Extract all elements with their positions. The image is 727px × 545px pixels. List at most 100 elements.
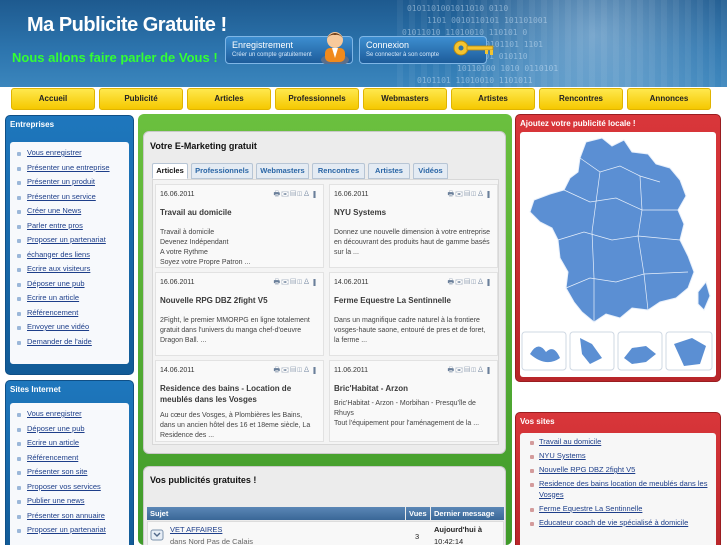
sites-internet-link[interactable]: Proposer vos services [10, 480, 129, 495]
site-link[interactable]: Ferme Equestre La Sentinnelle [520, 504, 716, 515]
articles-grid: 16.06.2011 🖶✉▤◫♙▮ Travail au domicile Tr… [152, 179, 499, 445]
entreprises-link[interactable]: échanger des liens [10, 248, 129, 263]
entreprises-link[interactable]: Envoyer une vidéo [10, 320, 129, 335]
site-link[interactable]: Nouvelle RPG DBZ 2fight V5 [520, 465, 716, 476]
vos-sites-title: Vos sites [520, 417, 555, 426]
site-link[interactable]: Residence des bains location de meublés … [520, 479, 716, 500]
article-excerpt: Dans un magnifique cadre naturel à la fr… [334, 317, 486, 344]
entreprises-title: Entreprises [10, 120, 55, 129]
article-date: 16.06.2011 [334, 191, 369, 198]
article-date: 16.06.2011 [160, 191, 195, 198]
entreprises-link[interactable]: Parler entre pros [10, 219, 129, 234]
entreprises-link[interactable]: Déposer une pub [10, 277, 129, 292]
article-excerpt: Donnez une nouvelle dimension à votre en… [334, 229, 491, 256]
main-nav: Accueil Publicité Articles Professionnel… [0, 87, 727, 113]
france-mainland-shape[interactable] [529, 137, 695, 323]
key-icon[interactable] [452, 38, 498, 58]
sites-internet-link[interactable]: Déposer une pub [10, 422, 129, 437]
article-title[interactable]: Travail au domicile [160, 207, 317, 218]
corsica-shape[interactable] [697, 280, 711, 311]
article-date: 11.06.2011 [334, 367, 368, 374]
column-header-sujet[interactable]: Sujet [147, 507, 405, 520]
nav-professionnels[interactable]: Professionnels [275, 88, 359, 110]
nav-artistes[interactable]: Artistes [451, 88, 535, 110]
table-row[interactable]: VET AFFAIRES dans Nord Pas de Calais 3 A… [147, 521, 504, 545]
entreprises-link[interactable]: Présenter un produit [10, 175, 129, 190]
emarketing-title: Votre E-Marketing gratuit [150, 141, 257, 151]
entreprises-link[interactable]: Demander de l'aide [10, 335, 129, 350]
site-link[interactable]: NYU Systems [520, 451, 716, 462]
article-card: 11.06.2011 🖶✉▤◫♙▮ Bric'Habitat - Arzon B… [329, 360, 498, 442]
user-avatar-icon[interactable] [318, 28, 352, 64]
article-action-icons[interactable]: 🖶✉▤◫♙▮ [273, 190, 319, 201]
site-title[interactable]: Ma Publicite Gratuite ! [27, 14, 227, 37]
emarketing-panel: Votre E-Marketing gratuit Articles Profe… [143, 131, 506, 454]
tab-videos[interactable]: Vidéos [413, 163, 448, 179]
article-action-icons[interactable]: 🖶✉▤◫♙▮ [447, 278, 493, 289]
tab-professionnels[interactable]: Professionnels [191, 163, 253, 179]
sites-internet-link[interactable]: Ecrire un article [10, 436, 129, 451]
article-action-icons[interactable]: 🖶✉▤◫♙▮ [447, 190, 493, 201]
article-date: 14.06.2011 [334, 279, 369, 286]
publicites-panel: Vos publicités gratuites ! Sujet Vues De… [143, 466, 506, 545]
nav-accueil[interactable]: Accueil [11, 88, 95, 110]
nav-webmasters[interactable]: Webmasters [363, 88, 447, 110]
nav-rencontres[interactable]: Rencontres [539, 88, 623, 110]
article-excerpt: 2Fight, le premier MMORPG en ligne total… [160, 317, 310, 344]
article-title[interactable]: Nouvelle RPG DBZ 2fight V5 [160, 295, 317, 306]
nav-annonces[interactable]: Annonces [627, 88, 711, 110]
article-action-icons[interactable]: 🖶✉▤◫♙▮ [273, 278, 319, 289]
site-link[interactable]: Travail au domicile [520, 437, 716, 448]
entreprises-link[interactable]: Ecrire aux visiteurs [10, 262, 129, 277]
article-title[interactable]: Bric'Habitat - Arzon [334, 383, 491, 394]
article-excerpt: Au cœur des Vosges, à Plombières les Bai… [160, 412, 311, 439]
site-link[interactable]: Educateur coach de vie spécialisé à domi… [520, 518, 716, 529]
entreprises-link[interactable]: Présenter une entreprise [10, 161, 129, 176]
entreprises-link[interactable]: Référencement [10, 306, 129, 321]
topic-subject[interactable]: VET AFFAIRES [170, 525, 222, 534]
sites-internet-panel: Sites Internet Vous enregistrer Déposer … [5, 380, 134, 545]
entreprises-link[interactable]: Créer une News [10, 204, 129, 219]
article-title[interactable]: NYU Systems [334, 207, 491, 218]
nav-articles[interactable]: Articles [187, 88, 271, 110]
map-panel-title: Ajoutez votre publicité locale ! [520, 119, 636, 128]
sites-internet-title: Sites Internet [10, 385, 61, 394]
entreprises-link[interactable]: Vous enregistrer [10, 146, 129, 161]
tab-rencontres[interactable]: Rencontres [312, 163, 365, 179]
sites-internet-link[interactable]: Présenter son annuaire [10, 509, 129, 524]
entreprises-panel: Entreprises Vous enregistrer Présenter u… [5, 115, 134, 375]
topic-icon [150, 529, 164, 541]
tab-webmasters[interactable]: Webmasters [256, 163, 309, 179]
vos-sites-panel: Vos sites Travail au domicile NYU System… [515, 412, 721, 545]
entreprises-link[interactable]: Ecrire un article [10, 291, 129, 306]
article-excerpt: Bric'Habitat - Arzon - Morbihan - Presqu… [334, 400, 480, 427]
article-title[interactable]: Residence des bains - Location de meublé… [160, 383, 317, 405]
article-excerpt: Travail à domicile Devenez Indépendant A… [160, 229, 251, 266]
sites-internet-link[interactable]: Présenter son site [10, 465, 129, 480]
topic-last-time: 10:42:14 [434, 537, 464, 545]
sites-internet-link[interactable]: Proposer un partenariat [10, 523, 129, 538]
sites-internet-link[interactable]: Vous enregistrer [10, 407, 129, 422]
entreprises-link[interactable]: Présenter un service [10, 190, 129, 205]
map-panel: Ajoutez votre publicité locale ! [515, 114, 721, 382]
france-map[interactable] [520, 132, 716, 377]
article-date: 16.06.2011 [160, 279, 195, 286]
topic-location: dans Nord Pas de Calais [170, 537, 253, 545]
sites-internet-link[interactable]: Référencement [10, 451, 129, 466]
site-header: 0101101001011010 0110 1101 0010110101 10… [0, 0, 727, 88]
article-action-icons[interactable]: 🖶✉▤◫♙▮ [273, 366, 319, 377]
vos-sites-list-box: Travail au domicile NYU Systems Nouvelle… [520, 433, 716, 545]
article-card: 16.06.2011 🖶✉▤◫♙▮ Travail au domicile Tr… [155, 184, 324, 268]
column-header-vues[interactable]: Vues [406, 507, 430, 520]
article-card: 14.06.2011 🖶✉▤◫♙▮ Ferme Equestre La Sent… [329, 272, 498, 356]
tab-artistes[interactable]: Artistes [368, 163, 410, 179]
column-header-dernier-message[interactable]: Dernier message [431, 507, 504, 520]
article-action-icons[interactable]: 🖶✉▤◫♙▮ [447, 366, 493, 377]
article-title[interactable]: Ferme Equestre La Sentinnelle [334, 295, 491, 306]
tab-articles[interactable]: Articles [152, 163, 188, 179]
article-card: 16.06.2011 🖶✉▤◫♙▮ Nouvelle RPG DBZ 2figh… [155, 272, 324, 356]
sites-internet-link[interactable]: Publier une news [10, 494, 129, 509]
topic-last-message: Aujourd'hui à [434, 525, 483, 534]
nav-publicite[interactable]: Publicité [99, 88, 183, 110]
entreprises-link[interactable]: Proposer un partenariat [10, 233, 129, 248]
